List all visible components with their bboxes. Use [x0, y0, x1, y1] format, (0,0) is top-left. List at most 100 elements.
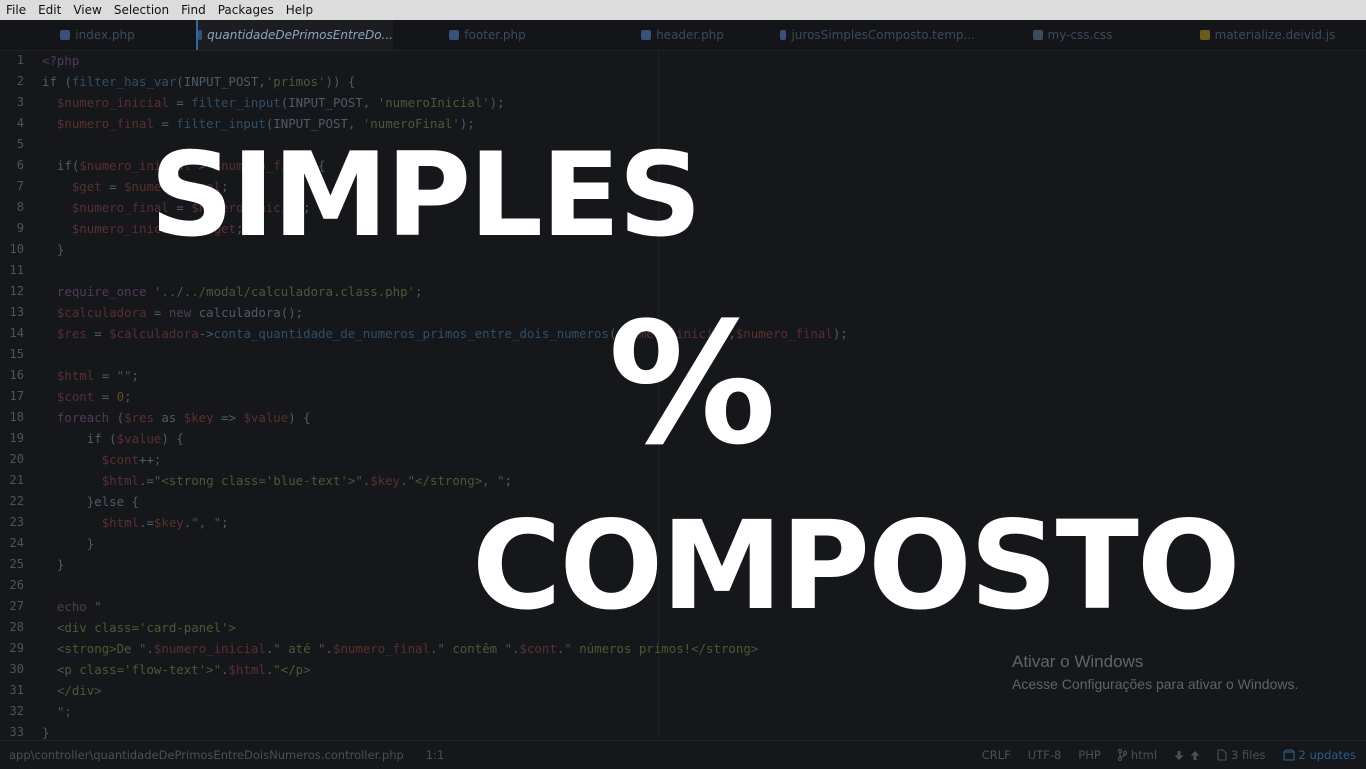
code-token: . — [146, 641, 154, 656]
code-token: require_once — [56, 284, 147, 299]
line-number: 10 — [9, 242, 24, 256]
code-token: = — [101, 179, 125, 194]
code-line: "; — [42, 701, 72, 722]
tab-3[interactable]: header.php — [585, 20, 780, 50]
code-token: } — [42, 242, 65, 257]
php-file-icon — [780, 30, 787, 40]
line-number: 13 — [9, 305, 24, 319]
grammar-selector[interactable]: PHP — [1078, 748, 1101, 762]
tab-4[interactable]: jurosSimplesComposto.temp... — [780, 20, 975, 50]
code-token: calculadora(); — [191, 305, 304, 320]
line-number-gutter: 1 2 3 4 5 6 7 8 9 10 11 12 13 14 15 16 17 18 19 20 21 22 23 24 2… — [0, 50, 36, 740]
code-token: $cont — [101, 452, 139, 467]
code-token: = — [86, 326, 110, 341]
git-branch[interactable]: html — [1117, 748, 1157, 762]
code-token: $res — [124, 410, 154, 425]
file-path[interactable]: app\controller\quantidadeDePrimosEntreDo… — [9, 748, 404, 762]
tab-label: header.php — [656, 28, 724, 42]
status-bar: app\controller\quantidadeDePrimosEntreDo… — [0, 740, 1366, 769]
tab-0[interactable]: index.php — [0, 20, 195, 50]
menu-file[interactable]: File — [0, 3, 32, 17]
code-token: = — [94, 368, 117, 383]
code-token: if ( — [42, 74, 72, 89]
git-fetch-controls[interactable] — [1174, 750, 1200, 761]
encoding-selector[interactable]: UTF-8 — [1028, 748, 1062, 762]
git-branch-icon — [1117, 749, 1127, 761]
php-file-icon — [641, 30, 652, 40]
package-update-icon — [1282, 749, 1295, 761]
code-token: . — [221, 662, 229, 677]
code-line: $calculadora = new calculadora(); — [42, 302, 303, 323]
code-token: $cont — [56, 389, 95, 404]
code-token: .= — [139, 473, 154, 488]
code-token: <p class='flow-text'>" — [56, 662, 222, 677]
tab-1[interactable]: quantidadeDePrimosEntreDo... — [196, 20, 393, 50]
code-token: " até " — [273, 641, 326, 656]
code-token: ; — [131, 368, 140, 383]
code-line: } — [42, 239, 64, 260]
tab-label: quantidadeDePrimosEntreDo... — [207, 28, 393, 42]
arrow-up-icon[interactable] — [1190, 750, 1200, 761]
code-token: $html — [228, 662, 266, 677]
line-number: 3 — [16, 95, 24, 109]
line-number: 20 — [9, 452, 24, 466]
line-ending-selector[interactable]: CRLF — [982, 748, 1011, 762]
menu-find[interactable]: Find — [175, 3, 212, 17]
line-number: 17 — [9, 389, 24, 403]
code-token: .= — [139, 515, 154, 530]
code-token: if ( — [42, 431, 117, 446]
line-number: 32 — [9, 704, 24, 718]
code-token: $numero_inicial — [153, 641, 266, 656]
code-token: ; — [124, 389, 132, 404]
code-line: <?php — [42, 50, 79, 71]
code-token: "; — [56, 704, 72, 719]
menu-packages[interactable]: Packages — [212, 3, 280, 17]
code-line: foreach ($res as $key => $value) { — [42, 407, 311, 428]
menu-help[interactable]: Help — [280, 3, 319, 17]
code-token: echo — [42, 599, 95, 614]
line-number: 24 — [9, 536, 24, 550]
code-token: $value — [116, 431, 162, 446]
code-line: } — [42, 533, 94, 554]
code-token: new — [168, 305, 192, 320]
code-token: ) { — [288, 410, 311, 425]
code-token: (INPUT_POST, — [280, 95, 378, 110]
menu-view[interactable]: View — [67, 3, 107, 17]
line-number: 6 — [16, 158, 24, 172]
code-token: } — [42, 536, 95, 551]
tab-2[interactable]: footer.php — [390, 20, 585, 50]
code-token: $key — [153, 515, 184, 530]
code-token: "<strong class='blue-text'>" — [153, 473, 363, 488]
menu-selection[interactable]: Selection — [108, 3, 175, 17]
tab-label: index.php — [75, 28, 135, 42]
line-number: 7 — [16, 179, 24, 193]
menu-edit[interactable]: Edit — [32, 3, 67, 17]
code-token: . — [512, 641, 520, 656]
code-line: if ($value) { — [42, 428, 184, 449]
tab-label: my-css.css — [1047, 28, 1113, 42]
code-line: echo " — [42, 596, 102, 617]
code-token: }else { — [42, 494, 139, 509]
php-file-icon — [449, 30, 460, 40]
updates-indicator[interactable]: 2 updates — [1282, 748, 1356, 762]
line-number: 9 — [16, 221, 24, 235]
code-token: ; — [415, 284, 423, 299]
tab-5[interactable]: my-css.css — [975, 20, 1170, 50]
code-token: ) { — [161, 431, 184, 446]
code-token: <?php — [42, 53, 80, 68]
line-number: 14 — [9, 326, 24, 340]
code-token: $html — [101, 473, 139, 488]
changed-files[interactable]: 3 files — [1217, 748, 1266, 762]
tab-6[interactable]: materialize.deivid.js — [1170, 20, 1365, 50]
arrow-down-icon[interactable] — [1174, 750, 1184, 761]
cursor-position[interactable]: 1:1 — [426, 748, 445, 762]
line-number: 2 — [16, 74, 24, 88]
line-number: 23 — [9, 515, 24, 529]
